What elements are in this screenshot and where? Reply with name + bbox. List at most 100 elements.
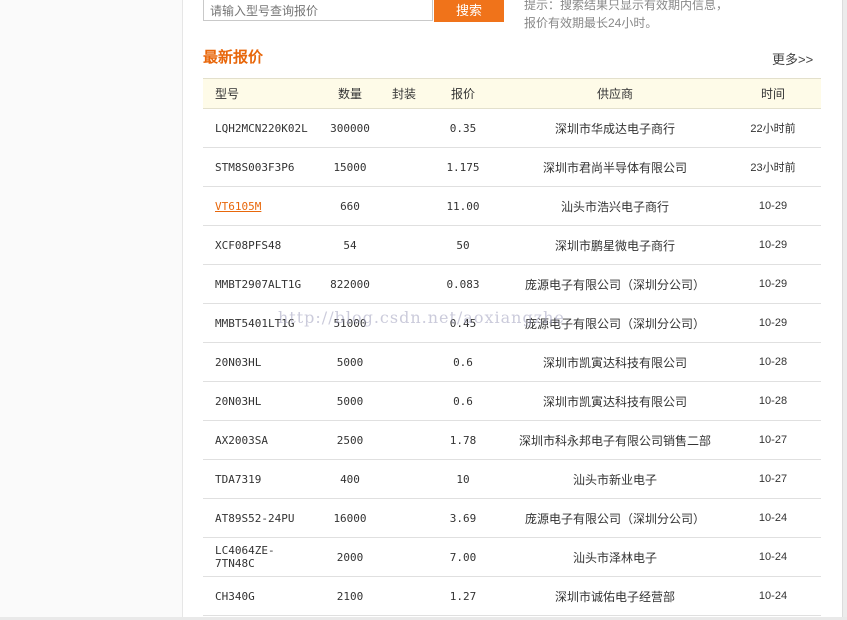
- cell-model: LC4064ZE-7TN48C: [203, 537, 313, 577]
- model-text: XCF08PFS48: [215, 238, 282, 252]
- cell-quantity: 5000: [313, 342, 387, 382]
- cell-package: [387, 186, 421, 226]
- cell-time: 23小时前: [725, 147, 821, 187]
- cell-price: 3.69: [421, 498, 505, 538]
- cell-time: 10-27: [725, 459, 821, 499]
- cell-supplier: 深圳市凯寅达科技有限公司: [505, 381, 725, 421]
- cell-price: 0.6: [421, 381, 505, 421]
- cell-supplier: 汕头市新业电子: [505, 459, 725, 499]
- cell-quantity: 660: [313, 186, 387, 226]
- cell-time: 10-29: [725, 303, 821, 343]
- table-row: MMBT2907ALT1G 822000 0.083 庞源电子有限公司（深圳分公司） 1…: [203, 264, 821, 304]
- table-row: TDA7319 400 10 汕头市新业电子 10-27: [203, 459, 821, 499]
- cell-price: 11.00: [421, 186, 505, 226]
- table-row: 20N03HL 5000 0.6 深圳市凯寅达科技有限公司 10-28: [203, 342, 821, 382]
- cell-quantity: 5000: [313, 381, 387, 421]
- cell-model: MMBT2907ALT1G: [203, 264, 313, 304]
- cell-time: 10-24: [725, 537, 821, 577]
- cell-quantity: 16000: [313, 498, 387, 538]
- search-input[interactable]: [203, 0, 433, 21]
- quotes-table-body: LQH2MCN220K02L 300000 0.35 深圳市华成达电子商行 22小时前 S…: [203, 108, 821, 616]
- cell-model: 20N03HL: [203, 381, 313, 421]
- cell-package: [387, 459, 421, 499]
- cell-quantity: 51000: [313, 303, 387, 343]
- cell-package: [387, 108, 421, 148]
- cell-quantity: 300000: [313, 108, 387, 148]
- header-quantity: 数量: [313, 78, 387, 109]
- cell-model: AX2003SA: [203, 420, 313, 460]
- cell-price: 1.175: [421, 147, 505, 187]
- cell-supplier: 汕头市泽林电子: [505, 537, 725, 577]
- table-header-row: 型号 数量 封装 报价 供应商 时间: [203, 78, 821, 109]
- table-row: AX2003SA 2500 1.78 深圳市科永邦电子有限公司销售二部 10-27: [203, 420, 821, 460]
- cell-price: 0.35: [421, 108, 505, 148]
- cell-time: 10-28: [725, 342, 821, 382]
- cell-supplier: 深圳市华成达电子商行: [505, 108, 725, 148]
- model-text: TDA7319: [215, 472, 262, 486]
- section-title: 最新报价: [203, 49, 264, 66]
- cell-package: [387, 576, 421, 616]
- cell-supplier: 深圳市科永邦电子有限公司销售二部: [505, 420, 725, 460]
- cell-supplier: 汕头市浩兴电子商行: [505, 186, 725, 226]
- model-link[interactable]: VT6105M: [215, 200, 261, 213]
- cell-model: CH340G: [203, 576, 313, 616]
- model-text: 20N03HL: [215, 355, 262, 369]
- cell-time: 10-29: [725, 186, 821, 226]
- more-link[interactable]: 更多>>: [772, 49, 813, 68]
- model-text: CH340G: [215, 589, 255, 603]
- model-text: AT89S52-24PU: [215, 511, 295, 525]
- table-row: LQH2MCN220K02L 300000 0.35 深圳市华成达电子商行 22小时前: [203, 108, 821, 148]
- cell-price: 50: [421, 225, 505, 265]
- cell-supplier: 庞源电子有限公司（深圳分公司）: [505, 264, 725, 304]
- table-row: 20N03HL 5000 0.6 深圳市凯寅达科技有限公司 10-28: [203, 381, 821, 421]
- cell-price: 0.45: [421, 303, 505, 343]
- cell-time: 10-29: [725, 264, 821, 304]
- cell-package: [387, 420, 421, 460]
- cell-model: VT6105M: [203, 186, 313, 226]
- cell-time: 10-24: [725, 576, 821, 616]
- cell-price: 10: [421, 459, 505, 499]
- cell-price: 0.6: [421, 342, 505, 382]
- cell-model: TDA7319: [203, 459, 313, 499]
- model-text: STM8S003F3P6: [215, 160, 295, 174]
- header-time: 时间: [725, 78, 821, 109]
- cell-package: [387, 537, 421, 577]
- header-package: 封装: [387, 78, 421, 109]
- cell-quantity: 2100: [313, 576, 387, 616]
- cell-package: [387, 498, 421, 538]
- table-row: MMBT5401LT1G 51000 0.45 庞源电子有限公司（深圳分公司） 10-2…: [203, 303, 821, 343]
- cell-quantity: 400: [313, 459, 387, 499]
- table-row: STM8S003F3P6 15000 1.175 深圳市君尚半导体有限公司 23小时前: [203, 147, 821, 187]
- search-button[interactable]: 搜索: [434, 0, 504, 22]
- cell-supplier: 深圳市君尚半导体有限公司: [505, 147, 725, 187]
- cell-quantity: 15000: [313, 147, 387, 187]
- cell-price: 1.78: [421, 420, 505, 460]
- cell-time: 10-27: [725, 420, 821, 460]
- search-hint-line1: 提示：搜索结果只显示有效期内信息，: [524, 0, 729, 12]
- cell-quantity: 2000: [313, 537, 387, 577]
- cell-quantity: 54: [313, 225, 387, 265]
- table-row: LC4064ZE-7TN48C 2000 7.00 汕头市泽林电子 10-24: [203, 537, 821, 577]
- cell-model: 20N03HL: [203, 342, 313, 382]
- table-row: VT6105M 660 11.00 汕头市浩兴电子商行 10-29: [203, 186, 821, 226]
- model-text: MMBT2907ALT1G: [215, 277, 302, 291]
- cell-model: MMBT5401LT1G: [203, 303, 313, 343]
- header-supplier: 供应商: [505, 78, 725, 109]
- cell-package: [387, 225, 421, 265]
- cell-time: 22小时前: [725, 108, 821, 148]
- model-text: 20N03HL: [215, 394, 262, 408]
- model-text: AX2003SA: [215, 433, 268, 447]
- cell-model: AT89S52-24PU: [203, 498, 313, 538]
- cell-supplier: 深圳市诚佑电子经营部: [505, 576, 725, 616]
- right-scroll-edge: [842, 0, 847, 620]
- table-row: XCF08PFS48 54 50 深圳市鹏星微电子商行 10-29: [203, 225, 821, 265]
- cell-price: 1.27: [421, 576, 505, 616]
- cell-price: 0.083: [421, 264, 505, 304]
- cell-package: [387, 342, 421, 382]
- cell-quantity: 2500: [313, 420, 387, 460]
- header-model: 型号: [203, 78, 313, 109]
- cell-supplier: 深圳市凯寅达科技有限公司: [505, 342, 725, 382]
- cell-model: STM8S003F3P6: [203, 147, 313, 187]
- model-text: LQH2MCN220K02L: [215, 121, 308, 135]
- cell-model: XCF08PFS48: [203, 225, 313, 265]
